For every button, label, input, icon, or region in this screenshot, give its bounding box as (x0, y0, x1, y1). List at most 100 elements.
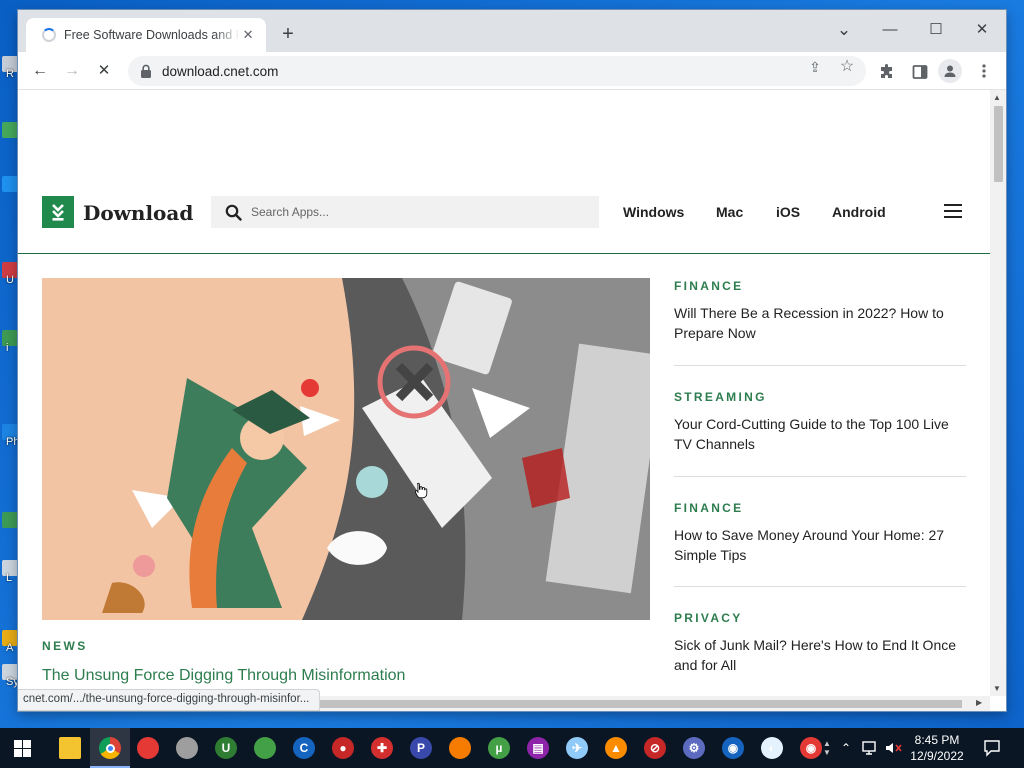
volume-muted-icon[interactable] (884, 740, 902, 756)
hero-category[interactable]: NEWS (42, 639, 88, 653)
desktop-shortcut-icon[interactable]: U (0, 262, 18, 288)
show-hidden-icons-icon[interactable]: ⌃ (838, 728, 854, 768)
lock-icon[interactable] (140, 64, 152, 78)
uplay-icon[interactable]: U (214, 736, 238, 760)
side-article-title[interactable]: Will There Be a Recession in 2022? How t… (674, 303, 966, 343)
nav-link-android[interactable]: Android (832, 204, 886, 220)
nav-link-mac[interactable]: Mac (716, 204, 743, 220)
file-explorer-icon[interactable] (58, 736, 82, 760)
close-window-button[interactable]: ✕ (962, 16, 1002, 44)
search-icon[interactable] (225, 204, 242, 221)
desktop-shortcut-glyph-icon (2, 176, 18, 192)
p-app-glyph-icon: P (410, 737, 432, 759)
p-app-icon[interactable]: P (409, 736, 433, 760)
side-article-title[interactable]: How to Save Money Around Your Home: 27 S… (674, 525, 966, 565)
desktop-shortcut-icon[interactable]: Sy (0, 664, 18, 690)
app-search-box[interactable] (211, 196, 599, 228)
video-editor-icon[interactable]: ✚ (370, 736, 394, 760)
side-article-category[interactable]: FINANCE (674, 279, 966, 293)
scroll-right-icon[interactable]: ▶ (976, 698, 982, 707)
page-viewport: Download Windows Mac iOS Android (18, 90, 990, 711)
side-article-title[interactable]: Sick of Junk Mail? Here's How to End It … (674, 635, 966, 675)
avast-glyph-icon (449, 737, 471, 759)
desktop-shortcut-glyph-icon (2, 122, 18, 138)
scroll-up-icon[interactable]: ▲ (993, 93, 1001, 102)
nav-link-ios[interactable]: iOS (776, 204, 800, 220)
divider (674, 365, 966, 366)
hand-cursor-icon (415, 482, 428, 499)
system-clock[interactable]: 8:45 PM 12/9/2022 (906, 732, 968, 764)
settings-app-icon[interactable]: ⚙ (682, 736, 706, 760)
vlc-icon[interactable]: ▲ (604, 736, 628, 760)
app-icon-ring[interactable] (175, 736, 199, 760)
side-panel-icon[interactable] (912, 64, 928, 80)
notification-center-icon[interactable] (983, 739, 1001, 757)
desktop-shortcut-icon[interactable]: i (0, 330, 18, 356)
desktop-shortcut-label: Sy (6, 676, 18, 688)
desktop-shortcut-icon[interactable]: L (0, 560, 18, 586)
chrome-icon[interactable] (90, 728, 130, 768)
search-input[interactable] (251, 205, 571, 219)
desktop-shortcut-icon[interactable]: A (0, 630, 18, 656)
screen-recorder-icon[interactable]: ● (331, 736, 355, 760)
sync-glyph-icon: ✈ (566, 737, 588, 759)
desktop-shortcut-icon[interactable]: R (0, 56, 18, 82)
bitdefender-icon[interactable]: ◉ (721, 736, 745, 760)
snagit-icon[interactable]: ⊘ (643, 736, 667, 760)
scroll-down-icon[interactable]: ▼ (993, 684, 1001, 693)
browser-toolbar: ← → ✕ download.cnet.com ⇪ ☆ (18, 52, 1006, 90)
side-article[interactable]: FINANCE Will There Be a Recession in 202… (674, 279, 966, 343)
desktop-shortcut-icon[interactable] (0, 176, 18, 202)
side-article-category[interactable]: STREAMING (674, 390, 966, 404)
forward-button[interactable]: → (60, 59, 84, 83)
download-logo-icon[interactable] (42, 196, 74, 228)
utorrent-icon[interactable]: µ (487, 736, 511, 760)
desktop-shortcut-icon[interactable]: Ph (0, 424, 18, 450)
back-button[interactable]: ← (28, 59, 52, 83)
scroll-tray-icon[interactable]: ▲ ▼ (820, 728, 834, 768)
desktop-shortcut-icon[interactable] (0, 512, 18, 538)
clock-time: 8:45 PM (914, 733, 960, 747)
share-icon[interactable]: ⇪ (806, 58, 824, 76)
address-bar[interactable]: download.cnet.com (128, 56, 866, 86)
ccleaner-c-icon[interactable]: C (292, 736, 316, 760)
hero-headline-link[interactable]: The Unsung Force Digging Through Misinfo… (42, 667, 405, 685)
side-article-category[interactable]: FINANCE (674, 501, 966, 515)
hero-image[interactable] (42, 278, 650, 620)
vlc-glyph-icon: ▲ (605, 737, 627, 759)
stop-loading-button[interactable]: ✕ (92, 59, 116, 83)
avast-icon[interactable] (448, 736, 472, 760)
ccleaner-icon[interactable] (136, 736, 160, 760)
browser-menu-icon[interactable] (976, 63, 992, 79)
side-article-title[interactable]: Your Cord-Cutting Guide to the Top 100 L… (674, 414, 966, 454)
side-article[interactable]: PRIVACY Sick of Junk Mail? Here's How to… (674, 611, 966, 675)
divider (674, 586, 966, 587)
link-status-bar: cnet.com/.../the-unsung-force-digging-th… (18, 689, 321, 711)
new-tab-button[interactable]: + (276, 23, 300, 47)
winrar-icon[interactable]: ▤ (526, 736, 550, 760)
cleaner-app-icon[interactable]: ◐ (760, 736, 784, 760)
bitdefender-glyph-icon: ◉ (722, 737, 744, 759)
side-article-category[interactable]: PRIVACY (674, 611, 966, 625)
extensions-puzzle-icon[interactable] (879, 64, 895, 80)
minimize-button[interactable]: — (870, 16, 910, 44)
network-icon[interactable] (862, 740, 880, 756)
tab-close-icon[interactable]: ✕ (240, 27, 256, 43)
windows-start-icon[interactable] (14, 740, 31, 757)
bookmark-star-icon[interactable]: ☆ (838, 58, 856, 76)
nav-link-windows[interactable]: Windows (623, 204, 684, 220)
vertical-scroll-thumb[interactable] (994, 106, 1003, 182)
profile-avatar[interactable] (938, 59, 962, 83)
file-explorer-glyph-icon (59, 737, 81, 759)
side-article[interactable]: STREAMING Your Cord-Cutting Guide to the… (674, 390, 966, 454)
site-logo-text[interactable]: Download (83, 201, 193, 225)
edge-icon[interactable] (253, 736, 277, 760)
side-article[interactable]: FINANCE How to Save Money Around Your Ho… (674, 501, 966, 565)
hamburger-menu-icon[interactable] (944, 204, 962, 218)
desktop-shortcut-icon[interactable] (0, 122, 18, 148)
sync-icon[interactable]: ✈ (565, 736, 589, 760)
vertical-scrollbar[interactable]: ▲ ▼ (990, 90, 1006, 696)
browser-tab[interactable]: Free Software Downloads and Reviews ✕ (26, 18, 266, 52)
maximize-button[interactable]: ☐ (916, 16, 956, 44)
tab-search-button[interactable]: ⌄ (824, 16, 864, 44)
